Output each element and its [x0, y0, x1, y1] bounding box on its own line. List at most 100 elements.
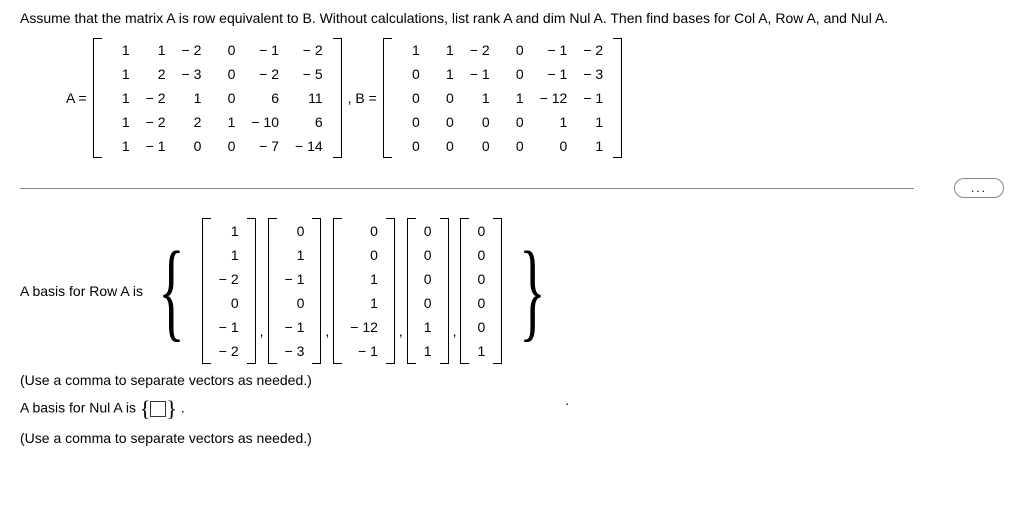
matrix-cell: 0 — [394, 134, 428, 158]
matrix-cell: − 14 — [287, 134, 331, 158]
matrix-cell: 0 — [209, 38, 243, 62]
vector-cell: 0 — [418, 220, 438, 242]
matrix-cell: 11 — [287, 86, 331, 110]
vector-cell: − 3 — [279, 340, 311, 362]
matrix-cell: 1 — [209, 110, 243, 134]
matrix-cell: 6 — [243, 86, 287, 110]
vector-cell: − 1 — [344, 340, 384, 362]
matrix-cell: 0 — [428, 110, 462, 134]
matrix-cell: − 2 — [138, 110, 174, 134]
matrix-cell: 1 — [104, 86, 138, 110]
divider — [20, 188, 914, 189]
matrix-cell: 2 — [138, 62, 174, 86]
matrix-cell: − 2 — [462, 38, 498, 62]
matrix-a: 11− 20− 1− 212− 30− 2− 51− 2106111− 221−… — [93, 38, 342, 158]
matrix-cell: 0 — [462, 134, 498, 158]
question-text: Assume that the matrix A is row equivale… — [20, 10, 1004, 26]
note-1: (Use a comma to separate vectors as need… — [20, 372, 1004, 388]
vector-cell: 0 — [471, 268, 491, 290]
matrix-cell: − 2 — [287, 38, 331, 62]
label-b: , B = — [348, 90, 377, 106]
vector-set: 11− 20− 1− 2,01− 10− 1− 3,0011− 12− 1,00… — [200, 218, 505, 364]
matrix-cell: − 1 — [462, 62, 498, 86]
vector-cell: 0 — [418, 268, 438, 290]
column-vector: 000001 — [460, 218, 502, 364]
comma: , — [399, 323, 403, 339]
matrix-cell: 0 — [394, 110, 428, 134]
matrix-cell: 1 — [462, 86, 498, 110]
vector-cell: 1 — [418, 340, 438, 362]
matrix-cell: 0 — [498, 134, 532, 158]
vector-cell: 1 — [213, 244, 245, 266]
matrix-cell: − 12 — [532, 86, 576, 110]
matrix-cell: 0 — [532, 134, 576, 158]
left-brace-small-icon: { — [140, 396, 151, 421]
matrix-cell: 0 — [498, 62, 532, 86]
matrices-row: A = 11− 20− 1− 212− 30− 2− 51− 2106111− … — [60, 38, 1004, 158]
vector-cell: 0 — [471, 292, 491, 314]
vector-cell: − 12 — [344, 316, 384, 338]
nul-basis-row: A basis for Nul A is {} . — [20, 396, 1004, 422]
matrix-b: 11− 20− 1− 201− 10− 1− 30011− 12− 100001… — [383, 38, 622, 158]
matrix-cell: − 2 — [575, 38, 611, 62]
matrix-cell: 1 — [498, 86, 532, 110]
more-button[interactable]: ... — [954, 178, 1004, 198]
vector-cell: 0 — [213, 292, 245, 314]
vector-cell: 1 — [213, 220, 245, 242]
matrix-cell: − 7 — [243, 134, 287, 158]
matrix-cell: 2 — [174, 110, 210, 134]
matrix-cell: − 3 — [174, 62, 210, 86]
left-brace-icon: { — [158, 244, 184, 338]
matrix-cell: 0 — [174, 134, 210, 158]
vector-cell: 0 — [279, 220, 311, 242]
vector-cell: 1 — [344, 268, 384, 290]
vector-cell: 0 — [418, 244, 438, 266]
matrix-cell: 0 — [209, 62, 243, 86]
matrix-cell: − 1 — [532, 62, 576, 86]
matrix-cell: 0 — [209, 86, 243, 110]
matrix-cell: 1 — [104, 38, 138, 62]
comma: , — [260, 323, 264, 339]
matrix-cell: 1 — [104, 134, 138, 158]
matrix-cell: 0 — [498, 110, 532, 134]
vector-cell: 0 — [471, 244, 491, 266]
vector-cell: 0 — [471, 220, 491, 242]
vector-cell: 1 — [279, 244, 311, 266]
comma: , — [453, 323, 457, 339]
matrix-cell: − 2 — [243, 62, 287, 86]
matrix-cell: 1 — [428, 38, 462, 62]
label-a: A = — [66, 90, 87, 106]
matrix-cell: 1 — [104, 110, 138, 134]
vector-cell: − 1 — [279, 316, 311, 338]
matrix-cell: − 2 — [138, 86, 174, 110]
matrix-cell: 0 — [394, 86, 428, 110]
matrix-cell: 0 — [428, 134, 462, 158]
matrix-cell: 1 — [532, 110, 576, 134]
column-vector: 11− 20− 1− 2 — [202, 218, 256, 364]
comma: , — [325, 323, 329, 339]
matrix-cell: 1 — [428, 62, 462, 86]
vector-cell: − 1 — [213, 316, 245, 338]
matrix-cell: 0 — [498, 38, 532, 62]
vector-cell: − 2 — [213, 268, 245, 290]
answer-input[interactable] — [150, 401, 166, 417]
vector-cell: 1 — [418, 316, 438, 338]
column-vector: 000011 — [407, 218, 449, 364]
column-vector: 01− 10− 1− 3 — [268, 218, 322, 364]
vector-cell: 1 — [471, 340, 491, 362]
vector-cell: − 1 — [279, 268, 311, 290]
matrix-cell: 1 — [104, 62, 138, 86]
matrix-cell: − 3 — [575, 62, 611, 86]
matrix-cell: − 1 — [243, 38, 287, 62]
vector-cell: 0 — [344, 220, 384, 242]
nul-period: . — [181, 400, 185, 416]
period: . — [565, 392, 569, 408]
matrix-cell: 1 — [575, 134, 611, 158]
matrix-cell: − 5 — [287, 62, 331, 86]
vector-cell: 0 — [279, 292, 311, 314]
vector-cell: 0 — [418, 292, 438, 314]
matrix-cell: − 1 — [532, 38, 576, 62]
vector-cell: 1 — [344, 292, 384, 314]
matrix-cell: 6 — [287, 110, 331, 134]
matrix-cell: 0 — [394, 62, 428, 86]
